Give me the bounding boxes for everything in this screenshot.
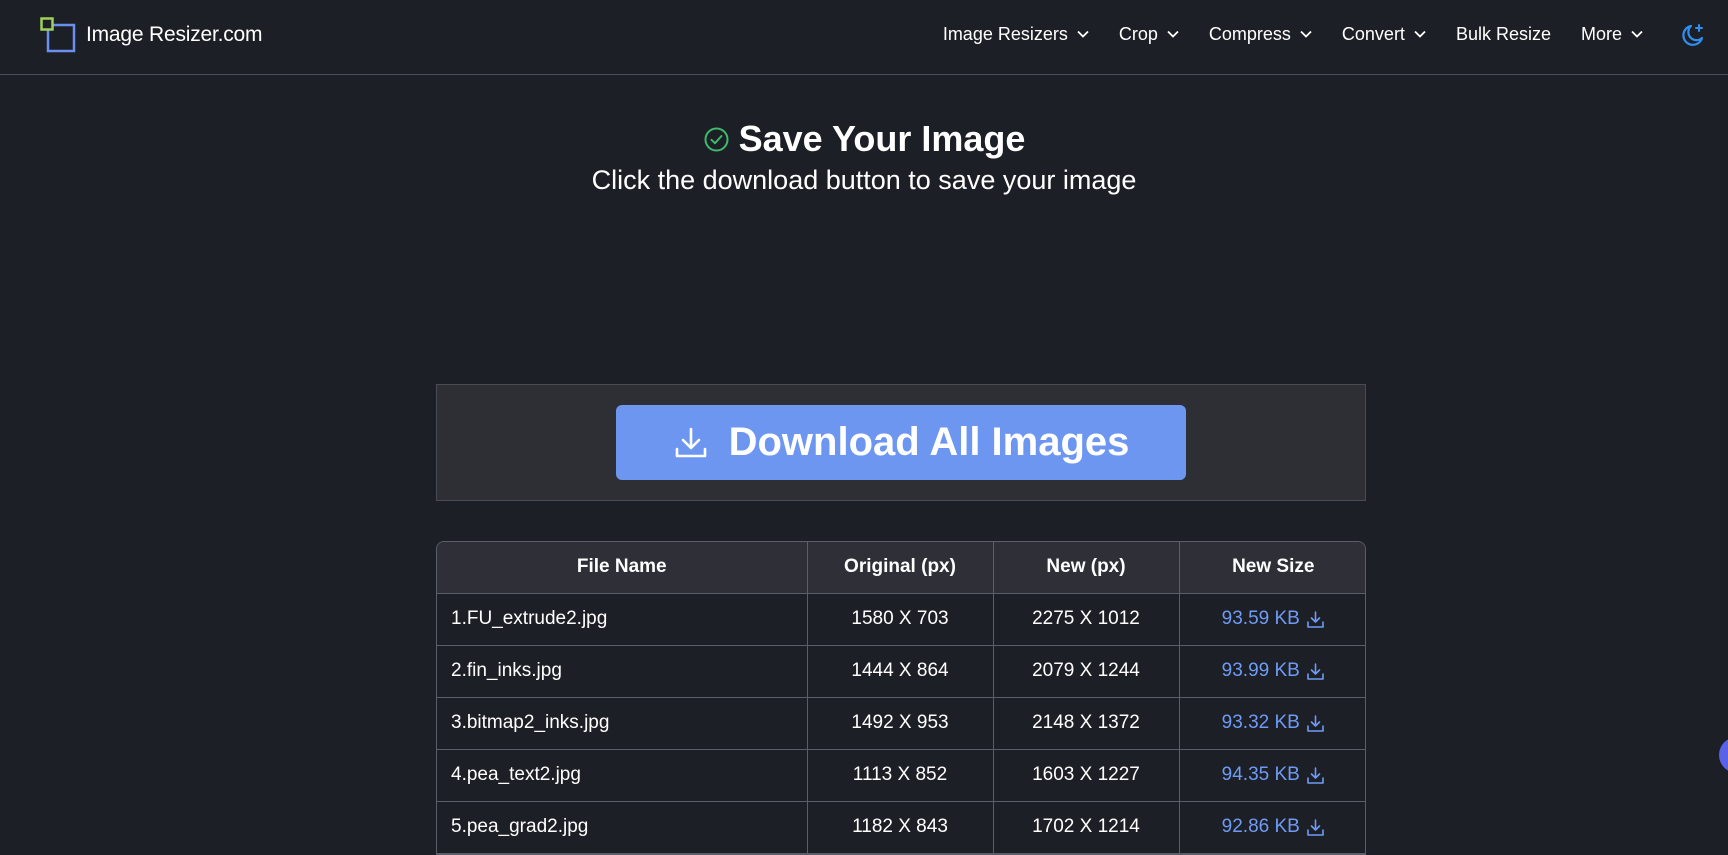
nav-image-resizers[interactable]: Image Resizers [943, 24, 1089, 45]
table-row: 2.fin_inks.jpg 1444 X 864 2079 X 1244 93… [437, 645, 1365, 698]
column-header-original: Original (px) [807, 542, 994, 594]
nav-crop[interactable]: Crop [1119, 24, 1179, 45]
file-name-cell: 3.bitmap2_inks.jpg [437, 697, 808, 750]
site-logo[interactable]: Image Resizer.com [40, 17, 263, 53]
table-row: 5.pea_grad2.jpg 1182 X 843 1702 X 1214 9… [437, 801, 1365, 854]
file-size-label: 93.59 KB [1221, 608, 1300, 629]
chevron-down-icon [1631, 30, 1643, 38]
download-size-cell: 93.32 KB [1179, 697, 1365, 750]
chevron-down-icon [1167, 30, 1179, 38]
download-icon [1307, 818, 1324, 836]
chevron-down-icon [1077, 30, 1089, 38]
nav-label: Image Resizers [942, 23, 1068, 44]
logo-text: Image Resizer.com [86, 23, 263, 46]
original-size-cell: 1580 X 703 [807, 593, 994, 646]
download-icon [675, 427, 706, 457]
download-file-link[interactable]: 94.35 KB [1222, 764, 1325, 786]
column-header-new-size: New Size [1179, 542, 1365, 594]
original-size-cell: 1182 X 843 [807, 801, 994, 854]
column-header-file-name: File Name [437, 542, 808, 594]
new-size-cell: 1603 X 1227 [993, 749, 1180, 802]
file-size-label: 92.86 KB [1221, 816, 1300, 837]
download-icon [1307, 662, 1324, 680]
file-size-label: 93.99 KB [1221, 660, 1300, 681]
check-circle-icon [704, 127, 729, 151]
file-name-cell: 1.FU_extrude2.jpg [437, 593, 808, 646]
download-icon [1307, 610, 1324, 628]
chevron-down-icon [1300, 30, 1312, 38]
download-file-link[interactable]: 93.32 KB [1222, 712, 1325, 734]
file-size-label: 93.32 KB [1221, 712, 1300, 733]
new-size-cell: 2275 X 1012 [993, 593, 1180, 646]
page-title: Save Your Image [738, 118, 1026, 159]
table-header-row: File Name Original (px) New (px) New Siz… [437, 542, 1365, 594]
download-icon [1307, 714, 1324, 732]
page-subtitle: Click the download button to save your i… [591, 165, 1137, 195]
nav-label: Crop [1118, 23, 1158, 44]
original-size-cell: 1444 X 864 [807, 645, 994, 698]
download-panel: Download All Images [436, 384, 1366, 501]
nav-label: Convert [1341, 23, 1405, 44]
moon-star-icon[interactable] [1680, 22, 1706, 48]
hero-title-row: Save Your Image [0, 118, 1728, 160]
new-size-cell: 2079 X 1244 [993, 645, 1180, 698]
download-all-button[interactable]: Download All Images [616, 405, 1186, 480]
download-icon [1307, 766, 1324, 784]
nav-more[interactable]: More [1581, 24, 1643, 45]
file-name-cell: 2.fin_inks.jpg [437, 645, 808, 698]
download-file-link[interactable]: 93.59 KB [1222, 608, 1325, 630]
nav-label: Bulk Resize [1455, 23, 1551, 44]
file-name-cell: 4.pea_text2.jpg [437, 749, 808, 802]
nav-label: Compress [1208, 23, 1291, 44]
floating-action-button[interactable] [1719, 737, 1728, 773]
site-header: Image Resizer.com Image Resizers Crop Co… [0, 0, 1728, 75]
original-size-cell: 1113 X 852 [807, 749, 994, 802]
nav-label: More [1580, 23, 1622, 44]
nav-bulk-resize[interactable]: Bulk Resize [1456, 24, 1551, 45]
chevron-down-icon [1414, 30, 1426, 38]
download-size-cell: 94.35 KB [1179, 749, 1365, 802]
table-row: 3.bitmap2_inks.jpg 1492 X 953 2148 X 137… [437, 697, 1365, 750]
nav-convert[interactable]: Convert [1342, 24, 1426, 45]
download-file-link[interactable]: 92.86 KB [1222, 816, 1325, 838]
table-row: 4.pea_text2.jpg 1113 X 852 1603 X 1227 9… [437, 749, 1365, 802]
download-all-label: Download All Images [728, 420, 1130, 464]
logo-icon [40, 17, 76, 53]
download-size-cell: 93.99 KB [1179, 645, 1365, 698]
main-nav: Image Resizers Crop Compress Convert Bul… [913, 20, 1643, 48]
download-size-cell: 93.59 KB [1179, 593, 1365, 646]
file-size-label: 94.35 KB [1221, 764, 1300, 785]
new-size-cell: 2148 X 1372 [993, 697, 1180, 750]
nav-compress[interactable]: Compress [1209, 24, 1312, 45]
new-size-cell: 1702 X 1214 [993, 801, 1180, 854]
column-header-new: New (px) [993, 542, 1180, 594]
download-file-link[interactable]: 93.99 KB [1222, 660, 1325, 682]
download-size-cell: 92.86 KB [1179, 801, 1365, 854]
file-name-cell: 5.pea_grad2.jpg [437, 801, 808, 854]
original-size-cell: 1492 X 953 [807, 697, 994, 750]
table-row: 1.FU_extrude2.jpg 1580 X 703 2275 X 1012… [437, 593, 1365, 646]
results-table: File Name Original (px) New (px) New Siz… [436, 541, 1366, 855]
